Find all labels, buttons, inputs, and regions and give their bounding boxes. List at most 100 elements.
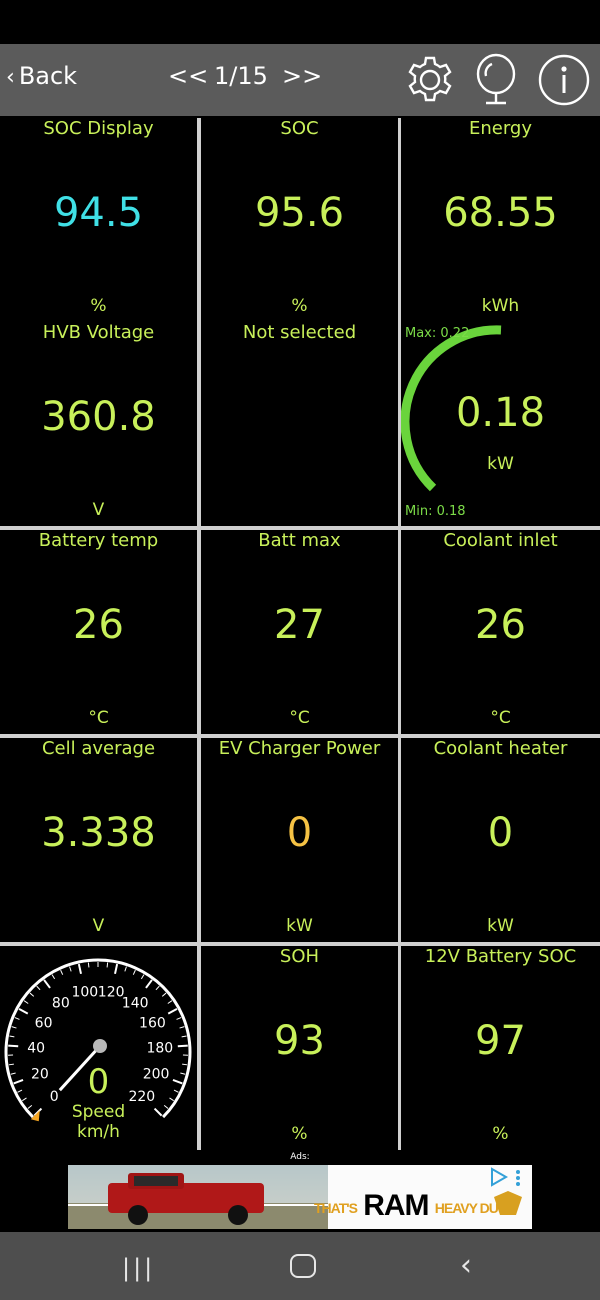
tile-hvb-voltage[interactable]: HVB Voltage 360.8 V [0, 322, 197, 526]
system-back-button[interactable]: ‹ [460, 1248, 472, 1283]
tile-value: 97 [475, 1018, 526, 1064]
speedometer-tick-label: 80 [52, 995, 70, 1011]
tile-value: 360.8 [41, 394, 156, 440]
gauge-min-label: Min: 0.18 [405, 504, 466, 519]
ad-text: THAT'S RAM HEAVY DUTY [314, 1189, 515, 1223]
speedometer-tick [87, 962, 90, 968]
speedometer-tick [132, 969, 136, 975]
tile-value: 27 [274, 602, 325, 648]
tile-unit: °C [88, 708, 109, 728]
tile-value: 93 [274, 1018, 325, 1064]
gear-icon[interactable] [402, 52, 458, 108]
prev-page-button[interactable]: << [168, 62, 208, 90]
tile-soh[interactable]: SOH 93 % [201, 946, 398, 1150]
ad-banner[interactable]: THAT'S RAM HEAVY DUTY [68, 1165, 532, 1229]
system-nav-bar: ||| ‹ [0, 1232, 600, 1300]
back-label: Back [18, 62, 78, 90]
speedometer-tick-label: 40 [27, 1041, 45, 1057]
speedometer-tick [60, 969, 64, 975]
tile-title: SOC [280, 118, 319, 139]
speedometer-hub [93, 1039, 107, 1053]
ad-image [68, 1165, 328, 1229]
tile-title: Cell average [41, 738, 156, 759]
tile-value: 0 [487, 810, 514, 856]
speedometer-tick [43, 979, 51, 989]
speedometer-tick-label: 60 [35, 1015, 53, 1031]
tile-title: 12V Battery SOC [424, 946, 577, 967]
speedometer-tick-label: 160 [139, 1015, 166, 1031]
tile-title: Not selected [242, 322, 357, 343]
speedometer-tick [167, 1000, 173, 1004]
tile-soc-display[interactable]: SOC Display 94.5 % [0, 118, 197, 322]
tile-speedometer[interactable]: 0 20 40 60 80 100 120 140 160 180 200 220 0 Speed k… [0, 946, 197, 1150]
speedometer-tick [155, 985, 160, 991]
gauge-max-label: Max: 0.22 [405, 326, 470, 341]
speedometer-tick-label: 100 [71, 984, 98, 1000]
speedometer-tick [8, 1044, 19, 1048]
tile-title: Battery temp [38, 530, 159, 551]
tile-unit: V [92, 500, 105, 520]
speedometer-tick [14, 1017, 20, 1020]
tile-battery-temp[interactable]: Battery temp 26 °C [0, 530, 197, 734]
tile-title: HVB Voltage [42, 322, 155, 343]
speedometer-tick [18, 1007, 29, 1015]
speedometer-tick-label: 140 [122, 995, 149, 1011]
speedometer-tick [179, 1026, 185, 1029]
speedometer-tick [176, 1017, 182, 1020]
speed-label: Speed [71, 1102, 126, 1122]
home-button[interactable] [290, 1254, 316, 1278]
tile-unit: kW [487, 916, 514, 936]
speedometer-tick [167, 1007, 178, 1015]
lamp-icon[interactable] [468, 52, 524, 108]
tile-title: EV Charger Power [218, 738, 381, 759]
speedometer-tick-label: 120 [98, 984, 125, 1000]
tile-ev-charger-power[interactable]: EV Charger Power 0 kW [201, 738, 398, 942]
tile-value: 68.55 [443, 190, 558, 236]
speedometer-tick [36, 985, 41, 991]
speedometer-tick [23, 1000, 29, 1004]
truck-image [68, 1173, 328, 1229]
tile-unit: % [291, 296, 308, 316]
speedometer-tick [140, 974, 145, 980]
speedometer-tick [114, 963, 119, 975]
tile-energy[interactable]: Energy 68.55 kWh [401, 118, 600, 322]
tile-title: Coolant heater [433, 738, 568, 759]
recents-button[interactable]: ||| [122, 1254, 155, 1282]
speedometer-tick-label: 180 [146, 1041, 173, 1057]
tile-value: 94.5 [53, 190, 144, 236]
tile-coolant-inlet[interactable]: Coolant inlet 26 °C [401, 530, 600, 734]
tile-unit: V [92, 916, 105, 936]
tile-unit: kW [487, 454, 514, 474]
speedometer-tick [11, 1026, 17, 1029]
tile-not-selected[interactable]: Not selected [201, 322, 398, 526]
tile-value: 26 [475, 602, 526, 648]
tile-batt-max[interactable]: Batt max 27 °C [201, 530, 398, 734]
tile-title: Energy [468, 118, 533, 139]
tile-title: Batt max [258, 530, 341, 551]
speed-unit: km/h [77, 1122, 120, 1142]
tile-value: 95.6 [254, 190, 345, 236]
ad-choices-icon[interactable] [488, 1167, 528, 1223]
ad-text-brand: RAM [363, 1189, 429, 1222]
page-indicator: 1/15 [214, 62, 268, 90]
ads-label: Ads: [290, 1152, 310, 1162]
back-button[interactable]: ‹ Back [6, 62, 77, 90]
tile-coolant-heater[interactable]: Coolant heater 0 kW [401, 738, 600, 942]
next-page-button[interactable]: >> [282, 62, 322, 90]
toolbar: ‹ Back << 1/15 >> [0, 44, 600, 116]
tile-value: 26 [73, 602, 124, 648]
tile-12v-battery-soc[interactable]: 12V Battery SOC 97 % [401, 946, 600, 1150]
speedometer-tick [177, 1044, 188, 1048]
tile-unit: % [291, 1124, 308, 1144]
speedometer-tick [51, 974, 56, 980]
tile-power-gauge[interactable]: Max: 0.22 0.18 kW Min: 0.18 [401, 322, 600, 526]
tile-soc[interactable]: SOC 95.6 % [201, 118, 398, 322]
tile-unit: kW [286, 916, 313, 936]
tile-value: 0 [286, 810, 313, 856]
speedometer-tick [29, 992, 35, 997]
tile-cell-average[interactable]: Cell average 3.338 V [0, 738, 197, 942]
speedometer-tick [69, 966, 72, 972]
tile-unit: °C [490, 708, 511, 728]
speedometer-tick [106, 962, 109, 968]
info-icon[interactable] [536, 52, 592, 108]
